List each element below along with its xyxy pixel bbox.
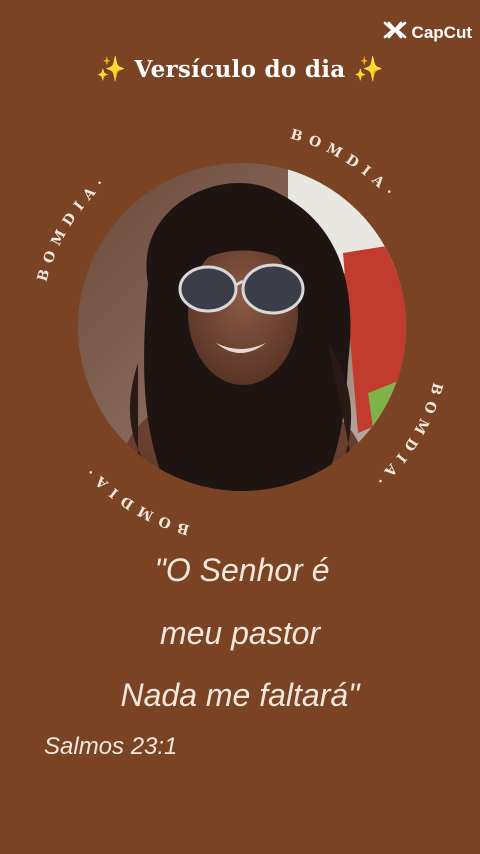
svg-text:B O M D I A ·: B O M D I A · [83, 464, 191, 538]
ring-text-4: B O M D I A · [35, 175, 108, 283]
ring-text-1: B O M D I A · [289, 127, 396, 201]
verse-reference: Salmos 23:1 [44, 733, 178, 760]
ring-text-3: B O M D I A · [83, 464, 190, 538]
verse-line-2: meu pastor [159, 615, 321, 651]
verse-line-3: Nada me faltará" [120, 677, 360, 713]
svg-text:B O M D I A ·: B O M D I A · [35, 175, 109, 283]
verse-line-1: "O Senhor é [154, 552, 330, 588]
svg-text:B O M D I A ·: B O M D I A · [289, 127, 397, 201]
bom-dia-ring: B O M D I A · B O M D I A · B O M D I A … [35, 127, 445, 538]
ring-text-2: B O M D I A · [372, 381, 444, 489]
svg-text:B O M D I A ·: B O M D I A · [372, 381, 445, 489]
